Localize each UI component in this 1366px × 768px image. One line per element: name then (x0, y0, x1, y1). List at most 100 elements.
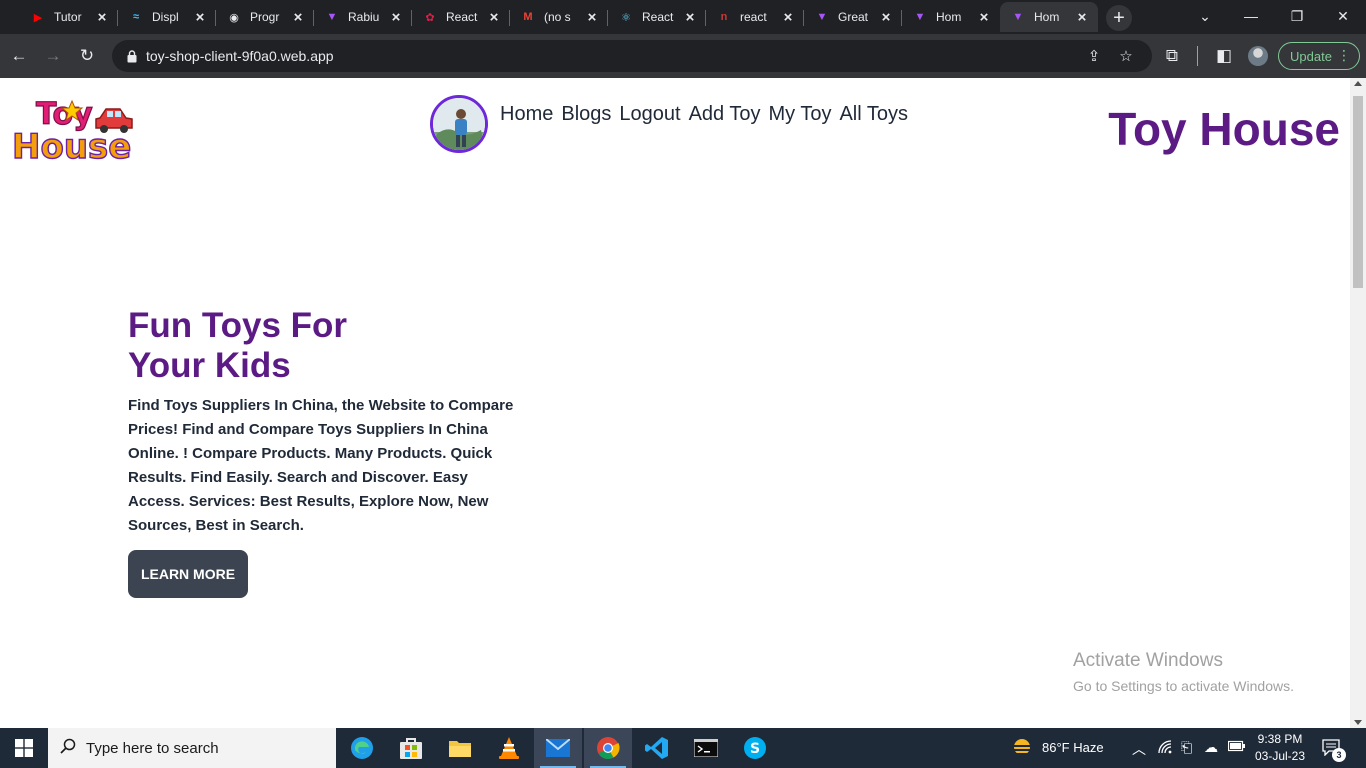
tab-close-icon[interactable]: × (94, 9, 110, 26)
tab-close-icon[interactable]: × (388, 9, 404, 26)
tab-title: react (740, 10, 767, 24)
tab-close-icon[interactable]: × (878, 9, 894, 26)
skype-icon[interactable]: S (731, 728, 779, 768)
browser-tab[interactable]: ⚛ React × (608, 2, 706, 32)
terminal-icon[interactable] (682, 728, 730, 768)
tab-title: React (642, 10, 674, 24)
url-text: toy-shop-client-9f0a0.web.app (146, 48, 334, 64)
react-icon: ⚛ (621, 11, 631, 24)
tab-close-icon[interactable]: × (682, 9, 698, 26)
search-icon (60, 738, 76, 759)
nav-my-toy[interactable]: My Toy (768, 103, 831, 126)
chrome-icon[interactable] (584, 728, 632, 768)
learn-more-button[interactable]: LEARN MORE (128, 550, 248, 598)
gmail-icon: M (523, 11, 533, 23)
close-window-button[interactable]: ✕ (1320, 0, 1366, 32)
side-panel-icon[interactable]: ◧ (1210, 42, 1238, 70)
browser-tab[interactable]: ▶ Tutor × (20, 2, 118, 32)
microsoft-store-icon[interactable] (387, 728, 435, 768)
notification-badge: 3 (1332, 748, 1346, 762)
brand-title: Toy House (1108, 103, 1340, 155)
taskbar-clock[interactable]: 9:38 PM 03-Jul-23 (1252, 731, 1308, 765)
browser-tab[interactable]: ✿ React × (412, 2, 510, 32)
update-label: Update (1290, 48, 1332, 64)
tab-close-icon[interactable]: × (486, 9, 502, 26)
browser-tab[interactable]: ▼ Great × (804, 2, 902, 32)
battery-icon[interactable] (1227, 739, 1246, 755)
tab-title: Displ (152, 10, 179, 24)
browser-tab[interactable]: ≈ Displ × (118, 2, 216, 32)
tab-title: Rabiu (348, 10, 380, 24)
taskbar-search[interactable]: Type here to search (48, 728, 336, 768)
start-button[interactable] (0, 728, 48, 768)
back-button[interactable]: ← (5, 42, 33, 70)
browser-tab[interactable]: M (no s × (510, 2, 608, 32)
browser-tab[interactable]: ▼ Hom × (902, 2, 1000, 32)
tab-title: Hom (1034, 10, 1060, 24)
tab-title: React (446, 10, 478, 24)
tab-title: Tutor (54, 10, 82, 24)
scrollbar-thumb[interactable] (1353, 96, 1363, 288)
weather-text[interactable]: 86°F Haze (1042, 740, 1104, 755)
profile-avatar[interactable] (1248, 46, 1268, 66)
forward-button[interactable]: → (39, 42, 67, 70)
tab-close-icon[interactable]: × (780, 9, 796, 26)
browser-tab[interactable]: n react × (706, 2, 804, 32)
youtube-studio-icon: ▶ (33, 11, 43, 24)
vite-icon: ▼ (816, 11, 828, 23)
onedrive-icon[interactable]: ☁ (1204, 739, 1218, 756)
device-icon[interactable]: ⎗ (1181, 739, 1192, 756)
show-hidden-icons-icon[interactable]: ︿ (1132, 739, 1146, 759)
tab-close-icon[interactable]: × (976, 9, 992, 26)
new-tab-button[interactable]: + (1106, 5, 1132, 31)
nav-all-toys[interactable]: All Toys (839, 103, 908, 126)
vscode-icon[interactable] (633, 728, 681, 768)
weather-haze-icon[interactable] (1010, 737, 1034, 762)
tab-strip: ▶ Tutor × ≈ Displ × ◉ Progr × ▼ Rabiu × ✿ React × M (no … (0, 0, 1366, 34)
nav-home[interactable]: Home (500, 103, 553, 126)
tab-search-icon[interactable]: ⌄ (1182, 0, 1228, 32)
hero-title-line2: Your Kids (128, 346, 291, 385)
scroll-up-arrow-icon[interactable] (1354, 81, 1362, 86)
user-avatar[interactable] (430, 95, 488, 153)
nav-blogs[interactable]: Blogs (561, 103, 611, 126)
browser-tab[interactable]: ▼ Hom × (1000, 2, 1098, 32)
hero-description: Find Toys Suppliers In China, the Websit… (128, 397, 514, 534)
activate-windows-title: Activate Windows (1073, 650, 1223, 671)
page-scrollbar[interactable] (1350, 78, 1366, 728)
tab-close-icon[interactable]: × (584, 9, 600, 26)
minimize-button[interactable]: — (1228, 0, 1274, 32)
menu-dots-icon[interactable]: ⋮ (1337, 47, 1351, 64)
address-bar[interactable]: toy-shop-client-9f0a0.web.app ⇪ ☆ (112, 40, 1152, 72)
tab-title: Progr (250, 10, 280, 24)
activate-windows-watermark: Activate Windows Go to Settings to activ… (1073, 650, 1294, 694)
browser-tab[interactable]: ▼ Rabiu × (314, 2, 412, 32)
toy-house-logo[interactable]: Toy House (12, 92, 134, 164)
tab-title: Hom (936, 10, 962, 24)
file-explorer-icon[interactable] (436, 728, 484, 768)
vlc-icon[interactable] (485, 728, 533, 768)
update-button[interactable]: Update ⋮ (1278, 42, 1360, 70)
mail-icon[interactable] (534, 728, 582, 768)
logo-text-house: House (12, 127, 131, 164)
scroll-down-arrow-icon[interactable] (1354, 720, 1362, 725)
tab-close-icon[interactable]: × (290, 9, 306, 26)
share-icon[interactable]: ⇪ (1084, 46, 1104, 66)
nav-add-toy[interactable]: Add Toy (689, 103, 761, 126)
tab-close-icon[interactable]: × (192, 9, 208, 26)
extensions-icon[interactable]: ⧉ (1158, 42, 1186, 70)
edge-icon[interactable] (338, 728, 386, 768)
restore-button[interactable]: ❐ (1274, 0, 1320, 32)
lock-icon[interactable] (124, 48, 140, 64)
tab-close-icon[interactable]: × (1074, 9, 1090, 26)
network-icon[interactable] (1157, 739, 1173, 758)
bookmark-star-icon[interactable]: ☆ (1116, 46, 1136, 66)
browser-tab[interactable]: ◉ Progr × (216, 2, 314, 32)
notification-center-icon[interactable]: 3 (1322, 738, 1346, 762)
reload-button[interactable]: ↻ (73, 42, 101, 70)
main-nav: Home Blogs Logout Add Toy My Toy All Toy… (430, 95, 916, 153)
nav-logout[interactable]: Logout (619, 103, 680, 126)
clock-time: 9:38 PM (1257, 732, 1303, 746)
svg-text:S: S (750, 741, 760, 757)
vite-icon: ▼ (914, 11, 926, 23)
